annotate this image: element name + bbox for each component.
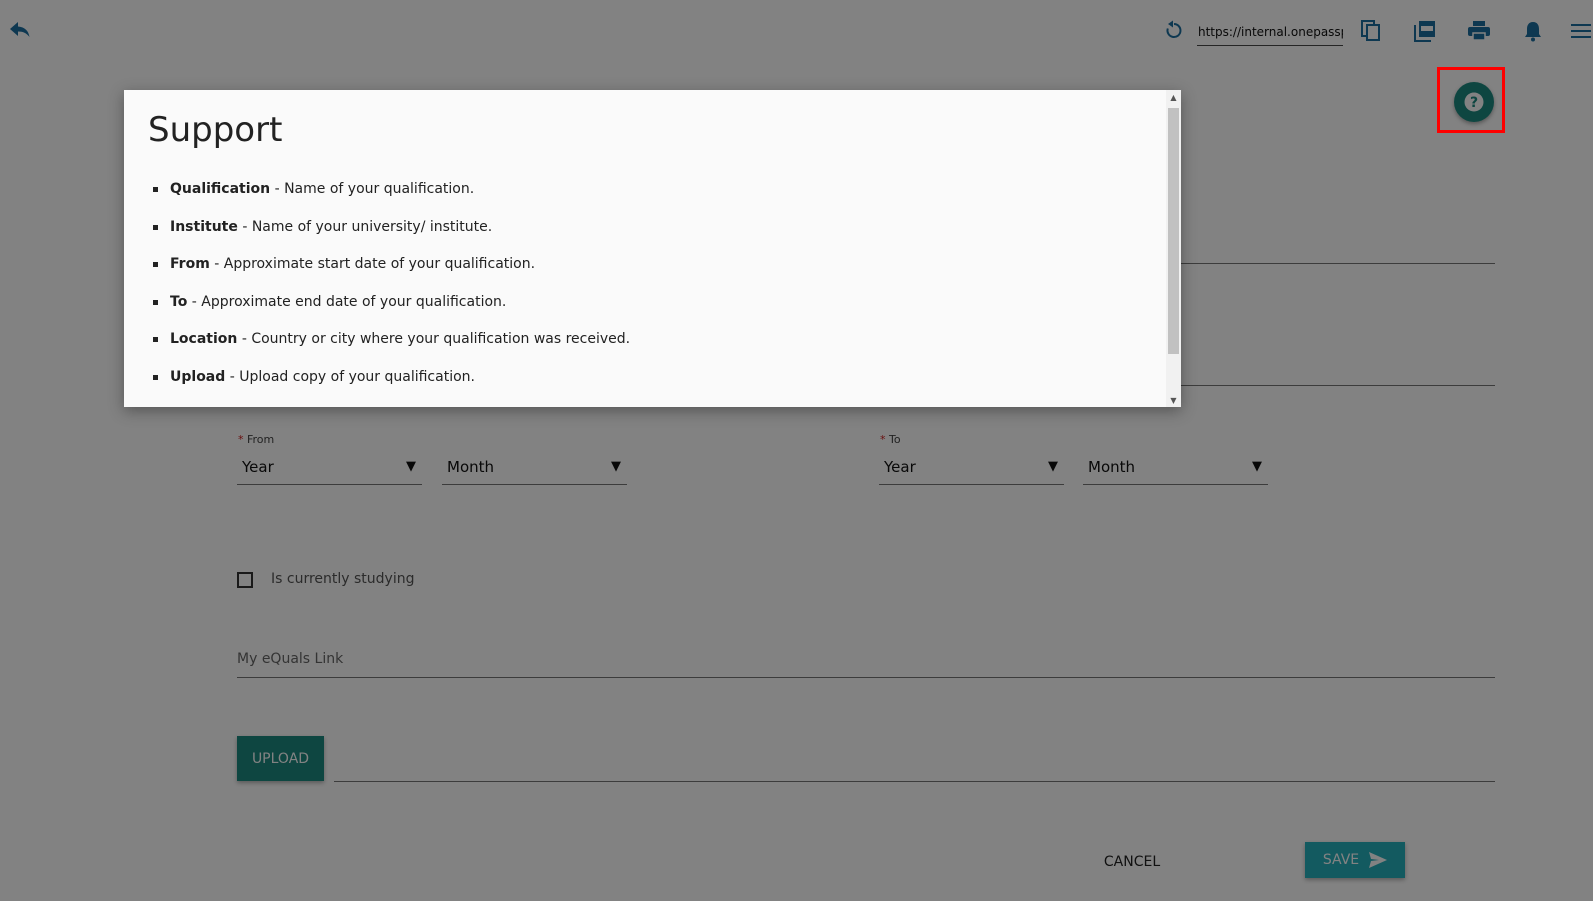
bullet-icon (153, 299, 158, 305)
support-list: Qualification - Name of your qualificati… (148, 180, 630, 405)
list-item: Upload - Upload copy of your qualificati… (148, 368, 630, 406)
scroll-thumb[interactable] (1168, 108, 1179, 354)
list-item: Qualification - Name of your qualificati… (148, 180, 630, 218)
modal-title: Support (148, 110, 283, 150)
bullet-icon (153, 187, 158, 192)
scroll-up-icon[interactable]: ▲ (1166, 90, 1181, 104)
support-modal: Support Qualification - Name of your qua… (124, 90, 1181, 407)
scroll-down-icon[interactable]: ▼ (1166, 393, 1181, 407)
list-item: From - Approximate start date of your qu… (148, 255, 630, 293)
highlight-box (1437, 67, 1505, 133)
list-item: Location - Country or city where your qu… (148, 330, 630, 368)
modal-scrollbar[interactable]: ▲ ▼ (1166, 90, 1181, 407)
bullet-icon (153, 337, 158, 342)
bullet-icon (153, 374, 158, 380)
list-item: Institute - Name of your university/ ins… (148, 218, 630, 256)
list-item: To - Approximate end date of your qualif… (148, 293, 630, 331)
bullet-icon (153, 262, 158, 267)
bullet-icon (153, 224, 158, 230)
